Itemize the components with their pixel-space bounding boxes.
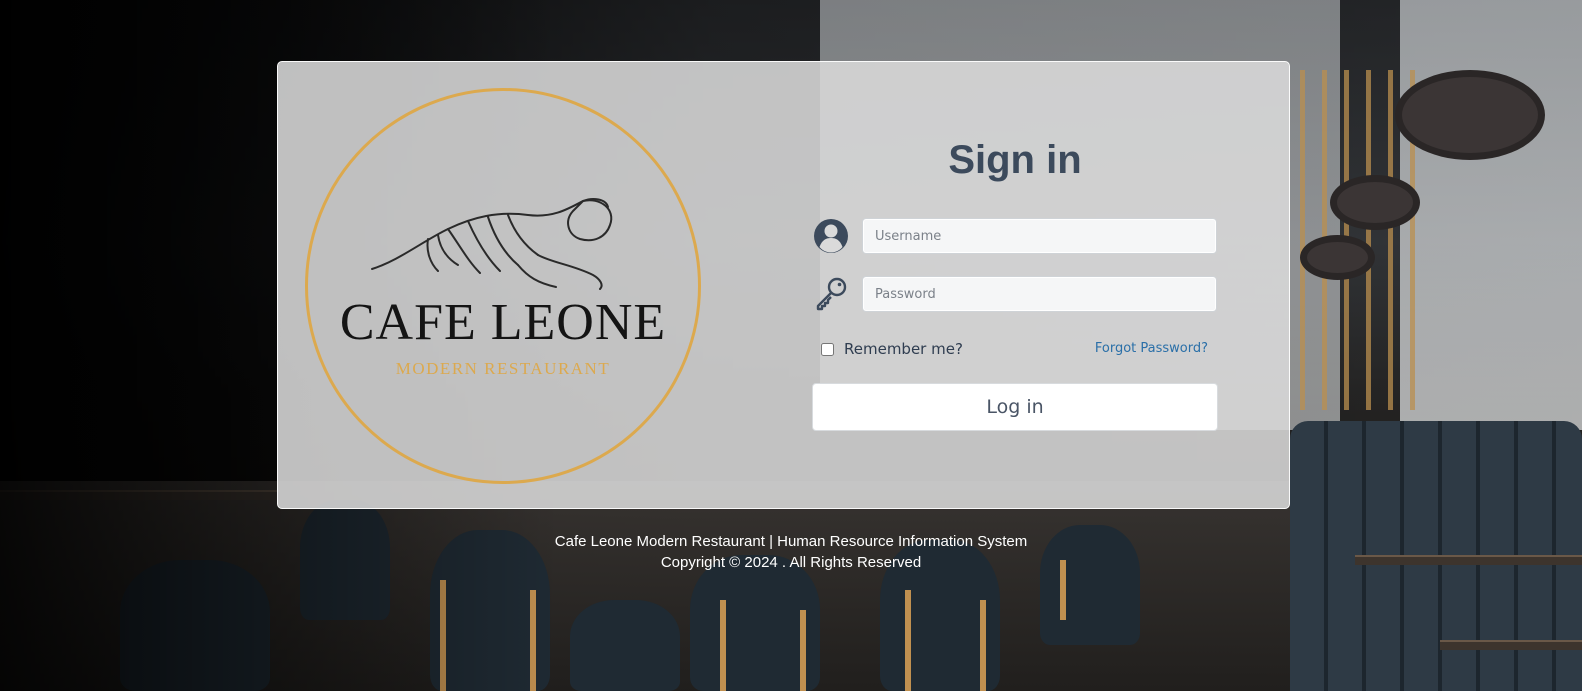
footer: Cafe Leone Modern Restaurant | Human Res… [0,531,1582,573]
forgot-password-link[interactable]: Forgot Password? [1095,341,1208,356]
username-row [813,218,1217,254]
footer-system-name: Cafe Leone Modern Restaurant | Human Res… [554,533,1028,550]
username-input[interactable] [862,218,1217,254]
log-in-button[interactable]: Log in [812,383,1218,431]
user-circle-icon [814,219,848,253]
remember-me-checkbox[interactable] [821,342,834,356]
key-icon [816,277,847,311]
remember-me-label: Remember me? [844,340,963,358]
logo: CAFE LEONE MODERN RESTAURANT [305,88,701,484]
lion-illustration-icon [371,198,613,290]
login-card: CAFE LEONE MODERN RESTAURANT Sign in Rem… [277,61,1290,509]
footer-copyright: Copyright © 2024 . All Rights Reserved [660,554,922,571]
password-input[interactable] [862,276,1217,312]
remember-me[interactable]: Remember me? [821,339,963,359]
logo-tagline: MODERN RESTAURANT [395,359,611,378]
logo-name: CAFE LEONE [339,294,667,351]
sign-in-title: Sign in [948,138,1082,182]
password-row [813,276,1217,312]
